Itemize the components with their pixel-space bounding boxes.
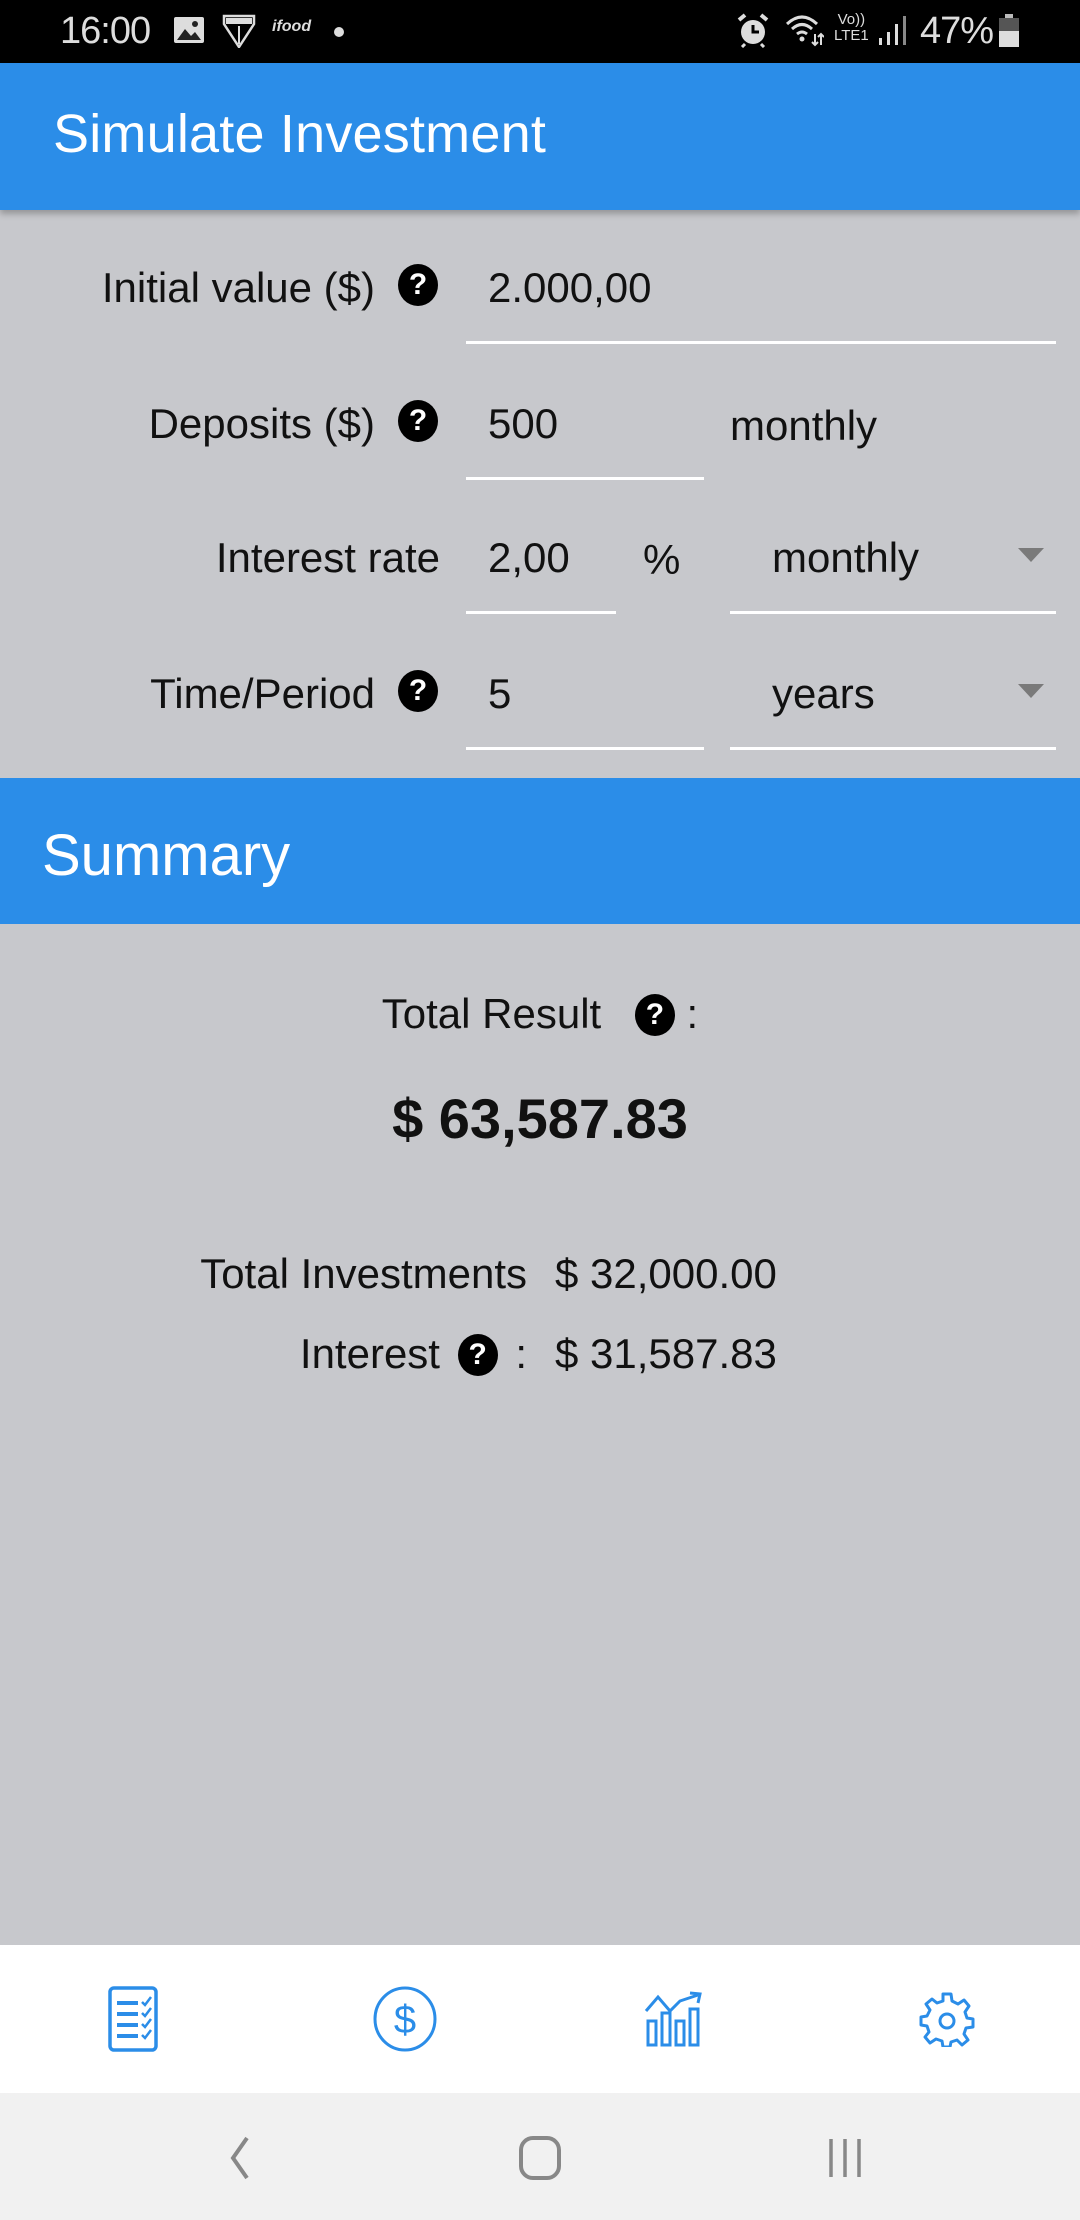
deposits-text: 500 — [488, 400, 559, 447]
total-investments-value: $ 32,000.00 — [555, 1250, 777, 1297]
deposits-input[interactable]: 500 — [466, 392, 704, 480]
deposits-frequency: monthly — [730, 402, 878, 449]
system-home-button[interactable] — [500, 2123, 580, 2193]
signal-icon — [878, 14, 908, 51]
nav-simulate[interactable]: $ — [365, 1979, 445, 2059]
interest-colon: : — [515, 1330, 527, 1377]
investment-form: Initial value ($) ? 2.000,00 Deposits ($… — [0, 210, 1080, 778]
summary-title: Summary — [42, 823, 291, 888]
dot-icon — [333, 25, 345, 43]
initial-value-text: 2.000,00 — [488, 264, 652, 311]
spfc-icon — [222, 14, 256, 53]
nav-checklist[interactable] — [95, 1979, 175, 2059]
interest-value: $ 31,587.83 — [555, 1330, 777, 1377]
gear-icon — [919, 1992, 975, 2047]
volte-label: Vo)) — [837, 11, 866, 28]
interest-label: Interest — [299, 1330, 440, 1377]
total-result-label: Total Result — [381, 990, 602, 1037]
initial-value-input[interactable]: 2.000,00 — [466, 256, 1056, 344]
interest-rate-label: Interest rate — [215, 534, 440, 581]
total-result-help-icon[interactable]: ? — [634, 994, 675, 1036]
status-bar: 16:00 ifood Vo)) LTE1 47% — [0, 0, 1080, 63]
dollar-circle-icon: $ — [373, 1986, 437, 2052]
system-navigation-bar — [0, 2093, 1080, 2220]
interest-period-value: monthly — [772, 534, 920, 581]
total-result-value: $ 63,587.83 — [392, 1087, 688, 1150]
chevron-down-icon — [1018, 684, 1044, 698]
percent-sign: % — [643, 536, 681, 583]
total-investments-label: Total Investments — [200, 1250, 527, 1297]
total-result-row: Total Result ? : — [0, 990, 1080, 1038]
interest-period-select[interactable]: monthly — [730, 526, 1056, 614]
alarm-icon — [735, 12, 771, 53]
interest-rate-text: 2,00 — [488, 534, 570, 581]
app-bar: Simulate Investment — [0, 63, 1080, 210]
interest-label-row: Interest ? : — [300, 1330, 527, 1378]
summary-header: Summary — [0, 778, 1080, 924]
volte-lte-icon: Vo)) LTE1 — [834, 12, 869, 44]
initial-value-label: Initial value ($) — [101, 264, 375, 311]
nav-chart[interactable] — [637, 1979, 717, 2059]
time-unit-select[interactable]: years — [730, 662, 1056, 750]
nav-settings[interactable] — [907, 1979, 987, 2059]
svg-text:$: $ — [394, 1998, 416, 2042]
page-title: Simulate Investment — [53, 104, 547, 164]
time-period-input[interactable]: 5 — [466, 662, 704, 750]
deposits-label: Deposits ($) — [148, 400, 375, 447]
battery-icon — [998, 14, 1020, 53]
time-period-help-icon[interactable]: ? — [398, 670, 438, 712]
total-result-colon: : — [686, 990, 699, 1037]
summary-body: Total Result ? : $ 63,587.83 Total Inves… — [0, 924, 1080, 1945]
wifi-icon — [784, 12, 825, 53]
gallery-icon — [173, 16, 205, 49]
bottom-nav: $ — [0, 1945, 1080, 2093]
chart-growth-icon — [644, 1991, 702, 2047]
interest-rate-input[interactable]: 2,00 — [466, 526, 616, 614]
system-recents-button[interactable] — [805, 2123, 885, 2193]
battery-percent: 47% — [920, 10, 994, 52]
time-period-label: Time/Period — [150, 670, 375, 717]
initial-value-help-icon[interactable]: ? — [398, 264, 438, 306]
interest-help-icon[interactable]: ? — [457, 1334, 498, 1376]
lte-label: LTE1 — [834, 27, 869, 44]
ifood-icon: ifood — [272, 18, 312, 35]
back-icon — [230, 2136, 249, 2180]
deposits-help-icon[interactable]: ? — [398, 400, 438, 442]
recents-icon — [829, 2139, 861, 2177]
status-time: 16:00 — [60, 10, 151, 52]
system-back-button[interactable] — [200, 2123, 280, 2193]
chevron-down-icon — [1018, 548, 1044, 562]
time-unit-value: years — [772, 670, 875, 717]
time-period-text: 5 — [488, 670, 512, 717]
checklist-icon — [108, 1986, 158, 2052]
home-icon — [519, 2136, 561, 2180]
